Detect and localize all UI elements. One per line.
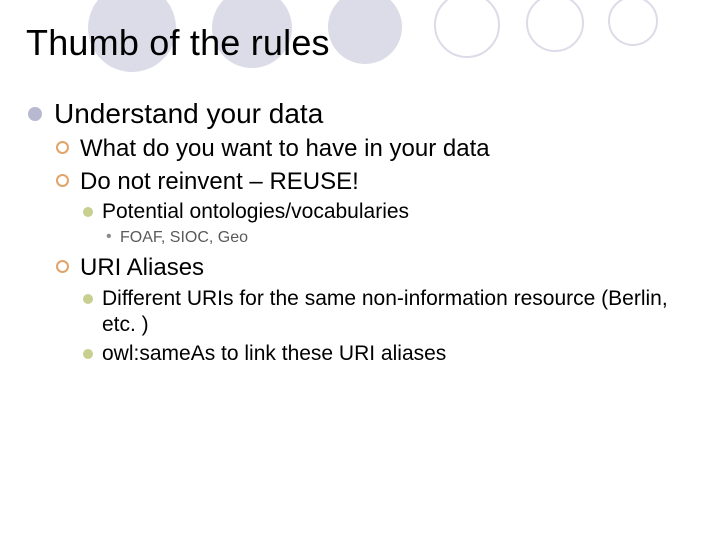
list-item: Different URIs for the same non-informat… — [80, 286, 694, 340]
bullet-text: What do you want to have in your data — [80, 135, 490, 162]
bullet-text: FOAF, SIOC, Geo — [120, 229, 248, 246]
list-item: Potential ontologies/vocabularies FOAF, … — [80, 199, 694, 248]
list-item: Do not reinvent – REUSE! Potential ontol… — [54, 167, 694, 249]
bullet-list-level3: Potential ontologies/vocabularies FOAF, … — [80, 199, 694, 248]
bullet-list-level1: Understand your data What do you want to… — [26, 98, 694, 368]
slide-title: Thumb of the rules — [26, 22, 694, 64]
bullet-list-level3: Different URIs for the same non-informat… — [80, 286, 694, 369]
list-item: URI Aliases Different URIs for the same … — [54, 253, 694, 368]
bullet-text: Do not reinvent – REUSE! — [80, 168, 359, 195]
bullet-text: owl:sameAs to link these URI aliases — [102, 342, 446, 365]
bullet-list-level2: What do you want to have in your data Do… — [54, 134, 694, 368]
bullet-text: Different URIs for the same non-informat… — [102, 287, 668, 337]
bullet-text: Understand your data — [54, 98, 323, 129]
slide-content: Thumb of the rules Understand your data … — [0, 0, 720, 368]
bullet-text: Potential ontologies/vocabularies — [102, 200, 409, 223]
list-item: Understand your data What do you want to… — [26, 98, 694, 368]
list-item: owl:sameAs to link these URI aliases — [80, 341, 694, 368]
list-item: FOAF, SIOC, Geo — [102, 228, 694, 248]
list-item: What do you want to have in your data — [54, 134, 694, 165]
bullet-list-level4: FOAF, SIOC, Geo — [102, 228, 694, 248]
bullet-text: URI Aliases — [80, 254, 204, 281]
